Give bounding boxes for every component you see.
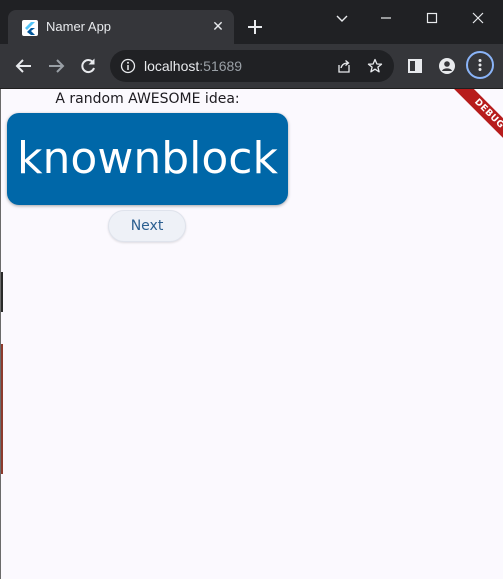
more-vert-icon: [478, 59, 482, 71]
maximize-icon[interactable]: [424, 10, 440, 26]
minimize-icon[interactable]: [378, 10, 394, 26]
back-arrow-icon[interactable]: [15, 57, 33, 75]
url-port: :51689: [199, 58, 243, 74]
forward-arrow-icon[interactable]: [47, 57, 65, 75]
browser-tab[interactable]: Namer App ✕: [8, 10, 234, 44]
word-pair-text: knownblock: [17, 133, 278, 184]
profile-icon[interactable]: [438, 57, 456, 75]
debug-ribbon: DEBUG: [448, 89, 503, 155]
edge-strip: [1, 344, 3, 474]
edge-strip: [1, 272, 3, 312]
browser-tab-strip: Namer App ✕: [0, 0, 503, 44]
menu-button[interactable]: [466, 51, 494, 79]
reload-icon[interactable]: [79, 57, 97, 75]
share-icon[interactable]: [336, 58, 352, 74]
flutter-icon: [22, 20, 38, 36]
address-bar[interactable]: localhost:51689: [110, 50, 394, 82]
close-tab-icon[interactable]: ✕: [210, 18, 226, 34]
bookmark-star-icon[interactable]: [367, 58, 383, 74]
new-tab-icon[interactable]: [246, 18, 264, 36]
idea-prompt: A random AWESOME idea:: [55, 91, 240, 107]
tab-search-icon[interactable]: [334, 10, 350, 26]
debug-banner: DEBUG: [431, 89, 503, 161]
site-info-icon[interactable]: [120, 58, 136, 74]
close-window-icon[interactable]: [470, 10, 486, 26]
url-text: localhost:51689: [144, 58, 242, 74]
browser-toolbar: localhost:51689: [0, 44, 503, 89]
word-pair-card: knownblock: [7, 113, 288, 205]
next-button[interactable]: Next: [108, 210, 186, 242]
tab-title: Namer App: [46, 19, 112, 34]
app-viewport: A random AWESOME idea: knownblock Next: [0, 89, 503, 579]
side-panel-icon[interactable]: [406, 57, 424, 75]
url-host: localhost: [144, 58, 200, 74]
